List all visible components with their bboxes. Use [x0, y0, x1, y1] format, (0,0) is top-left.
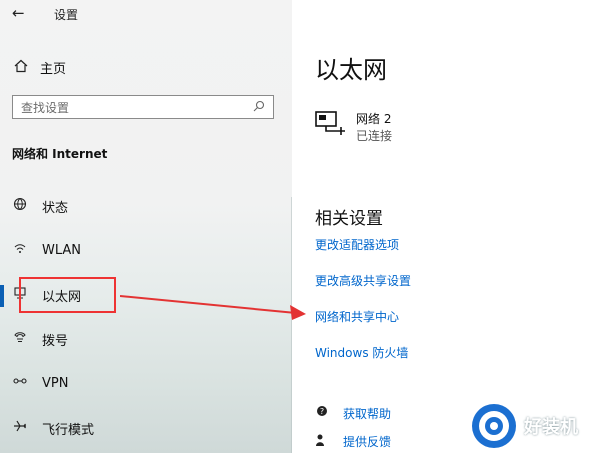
- title-bar: ← 设置: [0, 0, 292, 28]
- back-arrow-icon[interactable]: ←: [12, 4, 25, 22]
- network-name[interactable]: 网络 2: [356, 110, 391, 127]
- svg-text:?: ?: [320, 407, 324, 416]
- section-title: 网络和 Internet: [12, 147, 108, 161]
- get-help-label: 获取帮助: [343, 407, 392, 421]
- sidebar-item-status[interactable]: 状态: [0, 191, 292, 221]
- home-icon: [14, 59, 28, 77]
- phone-icon: [12, 330, 28, 348]
- content-pane: 以太网 网络 2 已连接 相关设置 更改适配器选项 更改高级共享设置 网络和共享…: [292, 0, 612, 453]
- vpn-icon: [12, 374, 28, 392]
- home-label: 主页: [40, 62, 67, 77]
- network-adapter-icon[interactable]: [315, 111, 347, 139]
- window-title: 设置: [54, 8, 79, 22]
- link-advanced-sharing-settings[interactable]: 更改高级共享设置: [315, 272, 411, 289]
- search-icon: [253, 100, 265, 115]
- sidebar-item-label: VPN: [42, 375, 69, 391]
- link-network-sharing-center[interactable]: 网络和共享中心: [315, 308, 399, 325]
- watermark-shield-icon: [472, 404, 516, 448]
- annotation-arrow-icon: [120, 295, 306, 320]
- sidebar-item-airplane-mode[interactable]: 飞行模式: [0, 413, 292, 443]
- watermark-text: 好装机: [524, 417, 578, 438]
- help-chat-icon: ?: [315, 405, 331, 422]
- settings-sidebar: ← 设置 主页 查找设置 网络和 Internet 状态 WLAN 以太网 拨号…: [0, 0, 292, 453]
- sidebar-item-label: WLAN: [42, 242, 82, 258]
- sidebar-item-label: 飞行模式: [42, 422, 95, 438]
- sidebar-item-dialup[interactable]: 拨号: [0, 324, 292, 354]
- feedback-link[interactable]: 提供反馈: [315, 433, 391, 450]
- network-status: 已连接: [356, 129, 393, 143]
- feedback-label: 提供反馈: [343, 435, 392, 449]
- feedback-icon: [315, 433, 331, 450]
- get-help-link[interactable]: ? 获取帮助: [315, 405, 391, 422]
- search-placeholder: 查找设置: [21, 100, 70, 115]
- wifi-icon: [12, 241, 28, 259]
- watermark-logo: 好装机: [470, 402, 578, 450]
- page-title: 以太网: [315, 56, 387, 84]
- globe-icon: [12, 197, 28, 215]
- link-windows-firewall[interactable]: Windows 防火墙: [315, 344, 408, 361]
- sidebar-item-wlan[interactable]: WLAN: [0, 235, 292, 265]
- link-change-adapter-options[interactable]: 更改适配器选项: [315, 236, 399, 253]
- sidebar-item-label: 拨号: [42, 333, 69, 349]
- airplane-icon: [12, 419, 28, 437]
- highlight-box: [19, 277, 116, 313]
- home-nav-item[interactable]: 主页: [14, 58, 66, 77]
- search-input[interactable]: 查找设置: [12, 95, 274, 119]
- sidebar-item-label: 状态: [42, 200, 69, 216]
- related-settings-heading: 相关设置: [315, 209, 383, 229]
- sidebar-item-vpn[interactable]: VPN: [0, 368, 292, 398]
